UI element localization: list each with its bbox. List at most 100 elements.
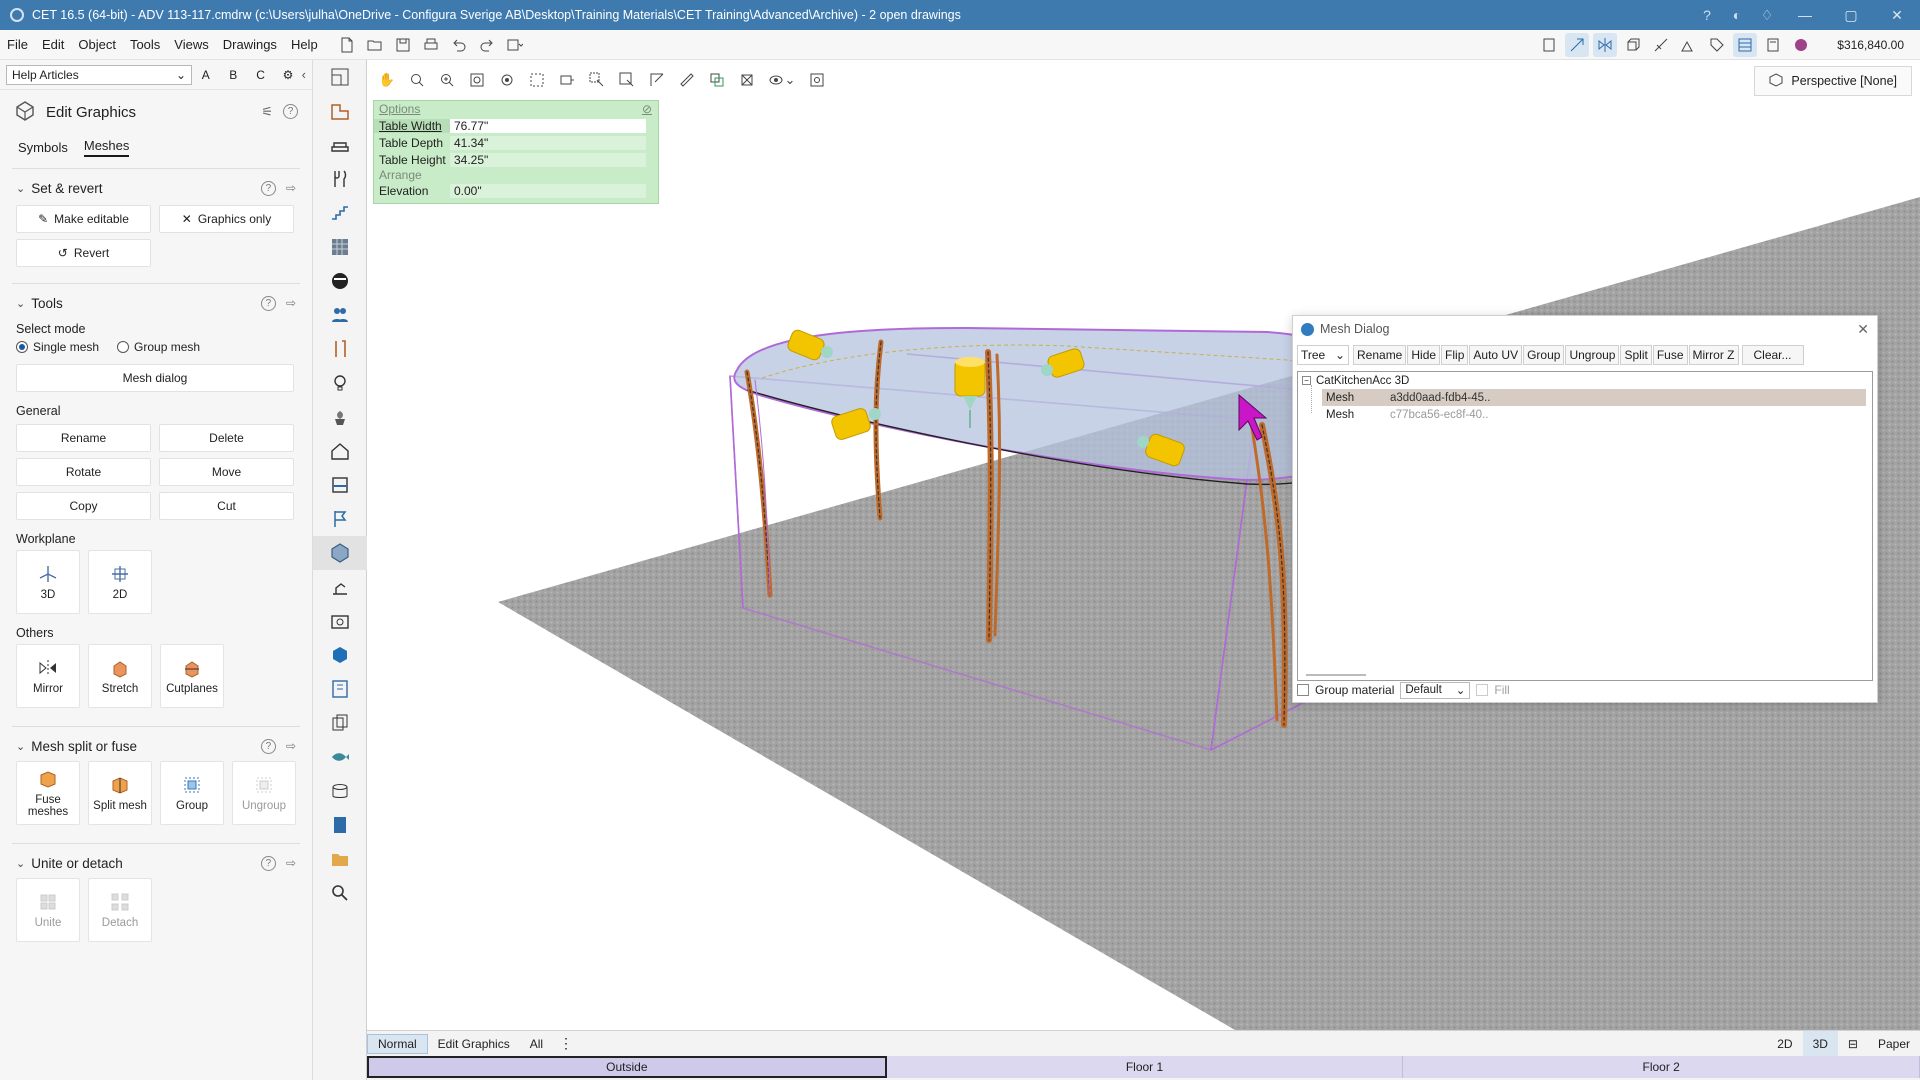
- undo-icon[interactable]: [447, 33, 471, 57]
- copy-tool-icon[interactable]: [705, 68, 729, 92]
- copy-objects-icon[interactable]: [313, 706, 367, 740]
- elevation-row[interactable]: Elevation 0.00": [374, 182, 658, 199]
- elevation-value[interactable]: 0.00": [450, 183, 646, 198]
- help-icon[interactable]: ?: [260, 855, 276, 871]
- view-options-icon[interactable]: [1733, 33, 1758, 57]
- minimize-button[interactable]: —: [1782, 0, 1828, 30]
- open-folder-icon[interactable]: [363, 33, 387, 57]
- hide-eye-icon[interactable]: ⊘: [642, 102, 652, 116]
- options-header[interactable]: Options: [379, 102, 420, 116]
- table-width-row[interactable]: Table Width 76.77": [374, 117, 658, 134]
- zoom-selection-icon[interactable]: [555, 68, 579, 92]
- folder-icon[interactable]: [313, 842, 367, 876]
- notification-bell-icon[interactable]: ♢: [1752, 0, 1782, 30]
- orbit-icon[interactable]: [495, 68, 519, 92]
- delete-button[interactable]: Delete: [159, 424, 294, 452]
- table-height-row[interactable]: Table Height 34.25": [374, 151, 658, 168]
- chevron-down-icon[interactable]: ⌄: [16, 857, 25, 870]
- zoom-in-icon[interactable]: [435, 68, 459, 92]
- chevron-down-icon[interactable]: ⌄: [16, 182, 25, 195]
- popout-icon[interactable]: ⇨: [286, 739, 296, 754]
- material-select[interactable]: Default ⌄: [1400, 681, 1471, 699]
- materials-icon[interactable]: [313, 230, 367, 264]
- building-icon[interactable]: [313, 468, 367, 502]
- menu-help[interactable]: Help: [284, 37, 325, 52]
- tree-mesh-item-selected[interactable]: Mesh a3dd0aad-fdb4-45..: [1322, 389, 1866, 406]
- help-letter-c[interactable]: C: [247, 68, 274, 82]
- table-width-value[interactable]: 76.77": [450, 118, 646, 133]
- tab-all[interactable]: All: [520, 1034, 553, 1054]
- focus-icon[interactable]: [805, 68, 829, 92]
- view-mode-paper[interactable]: Paper: [1868, 1031, 1920, 1057]
- floor-tab-2[interactable]: Floor 2: [1403, 1056, 1920, 1078]
- mesh-dialog-button[interactable]: Mesh dialog: [16, 364, 294, 392]
- split-mesh-button[interactable]: Split mesh: [88, 761, 152, 825]
- cup-icon[interactable]: [313, 774, 367, 808]
- calc-icon[interactable]: [1761, 33, 1785, 57]
- flag-icon[interactable]: [313, 502, 367, 536]
- mirror-button[interactable]: Mirror: [16, 644, 80, 708]
- md-ungroup-button[interactable]: Ungroup: [1565, 345, 1620, 365]
- group-mesh-radio[interactable]: Group mesh: [117, 340, 200, 354]
- collapse-panel-icon[interactable]: ‹: [302, 67, 306, 82]
- tab-edit-graphics[interactable]: Edit Graphics: [428, 1034, 520, 1054]
- measure-icon[interactable]: [675, 68, 699, 92]
- pan-hand-icon[interactable]: ✋: [375, 68, 399, 92]
- layout-dropdown-icon[interactable]: [503, 33, 527, 57]
- help-icon[interactable]: ?: [260, 180, 276, 196]
- close-window-button[interactable]: ✕: [1874, 0, 1920, 30]
- md-fuse-button[interactable]: Fuse: [1652, 345, 1688, 365]
- single-mesh-radio[interactable]: Single mesh: [16, 340, 99, 354]
- box-icon[interactable]: [1621, 33, 1645, 57]
- menu-views[interactable]: Views: [167, 37, 215, 52]
- rotate-button[interactable]: Rotate: [16, 458, 151, 486]
- collapse-minus-icon[interactable]: −: [1302, 376, 1311, 385]
- align-icon[interactable]: [1649, 33, 1673, 57]
- select-all-icon[interactable]: [615, 68, 639, 92]
- kitchen-tools-icon[interactable]: [313, 162, 367, 196]
- fish-icon[interactable]: [313, 740, 367, 774]
- close-icon[interactable]: ✕: [1857, 321, 1869, 338]
- home-icon[interactable]: [313, 434, 367, 468]
- floor-tab-outside[interactable]: Outside: [367, 1056, 887, 1078]
- delete-tool-icon[interactable]: [735, 68, 759, 92]
- group-material-checkbox[interactable]: [1297, 684, 1309, 696]
- help-icon[interactable]: ?: [260, 295, 276, 311]
- help-letter-a[interactable]: A: [192, 68, 219, 82]
- help-icon[interactable]: ?: [260, 738, 276, 754]
- camera-icon[interactable]: [313, 604, 367, 638]
- popout-icon[interactable]: ⇨: [286, 296, 296, 311]
- stairs-icon[interactable]: [313, 196, 367, 230]
- menu-object[interactable]: Object: [71, 37, 123, 52]
- catalog-icon[interactable]: [1537, 33, 1561, 57]
- popout-icon[interactable]: ⇨: [286, 181, 296, 196]
- zoom-window-icon[interactable]: [525, 68, 549, 92]
- workplane-2d-button[interactable]: 2D: [88, 550, 152, 614]
- tree-view-select[interactable]: Tree ⌄: [1297, 345, 1349, 365]
- people-icon[interactable]: [313, 298, 367, 332]
- print-icon[interactable]: [419, 33, 443, 57]
- select-area-icon[interactable]: [585, 68, 609, 92]
- view-mode-2d[interactable]: 2D: [1767, 1031, 1802, 1057]
- menu-file[interactable]: File: [0, 37, 35, 52]
- tag-dropdown-icon[interactable]: [1705, 33, 1729, 57]
- extension-icon[interactable]: [1789, 33, 1813, 57]
- copy-button[interactable]: Copy: [16, 492, 151, 520]
- table-height-value[interactable]: 34.25": [450, 152, 646, 167]
- graphics-only-button[interactable]: ✕ Graphics only: [159, 205, 294, 233]
- perspective-button[interactable]: Perspective [None]: [1754, 66, 1912, 96]
- ungroup-button[interactable]: Ungroup: [232, 761, 296, 825]
- plants-icon[interactable]: [313, 400, 367, 434]
- 3d-object-icon[interactable]: [313, 638, 367, 672]
- horizontal-scrollbar[interactable]: [1306, 674, 1366, 676]
- help-letter-b[interactable]: B: [220, 68, 247, 82]
- unite-button[interactable]: Unite: [16, 878, 80, 942]
- menu-drawings[interactable]: Drawings: [216, 37, 284, 52]
- group-button[interactable]: Group: [160, 761, 224, 825]
- zoom-icon[interactable]: [405, 68, 429, 92]
- robot-arm-icon[interactable]: [313, 570, 367, 604]
- revert-button[interactable]: ↺ Revert: [16, 239, 151, 267]
- save-icon[interactable]: [391, 33, 415, 57]
- detach-button[interactable]: Detach: [88, 878, 152, 942]
- flip-icon[interactable]: [1593, 33, 1618, 57]
